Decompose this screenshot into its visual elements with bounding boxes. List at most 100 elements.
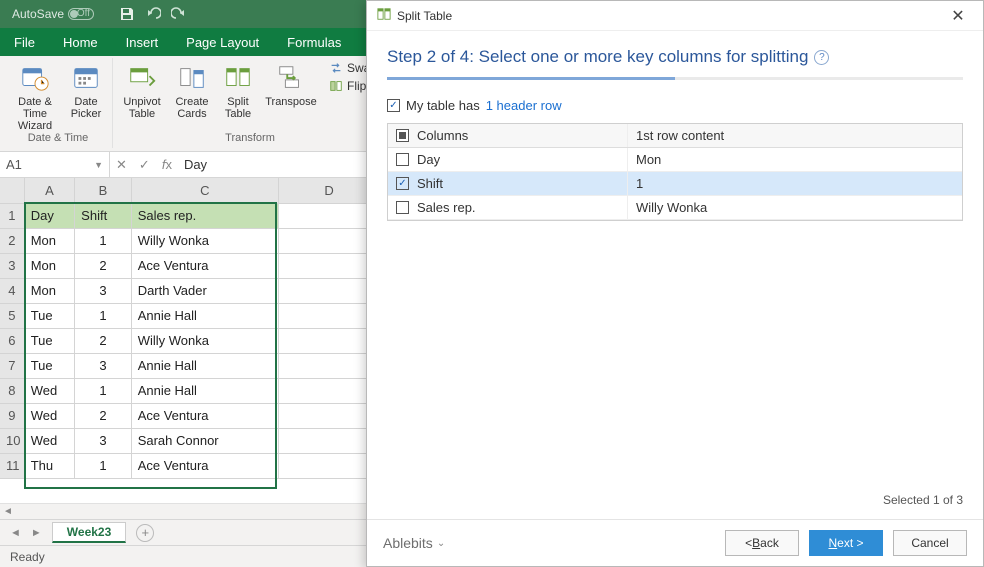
cell[interactable]: Day	[24, 203, 74, 228]
cell[interactable]	[279, 203, 380, 228]
cell[interactable]: 1	[75, 228, 132, 253]
cell[interactable]	[279, 453, 380, 478]
cell[interactable]	[279, 253, 380, 278]
row-header[interactable]: 3	[0, 253, 24, 278]
cell[interactable]	[279, 403, 380, 428]
col-header-b[interactable]: B	[75, 178, 132, 203]
cell[interactable]	[279, 328, 380, 353]
add-sheet-button[interactable]: +	[136, 524, 154, 542]
cell[interactable]: Darth Vader	[131, 278, 278, 303]
cell[interactable]: Mon	[24, 228, 74, 253]
tab-page-layout[interactable]: Page Layout	[172, 28, 273, 56]
row-header[interactable]: 4	[0, 278, 24, 303]
cell[interactable]: 1	[75, 303, 132, 328]
row-header[interactable]: 11	[0, 453, 24, 478]
sheet-nav-next-icon[interactable]: ►	[31, 527, 42, 539]
cell[interactable]	[279, 303, 380, 328]
cell[interactable]: Annie Hall	[131, 353, 278, 378]
cell[interactable]	[279, 428, 380, 453]
cell[interactable]: 1	[75, 453, 132, 478]
column-row[interactable]: Day Mon	[388, 148, 962, 172]
cell[interactable]	[279, 228, 380, 253]
cell[interactable]	[279, 353, 380, 378]
col-header-a[interactable]: A	[24, 178, 74, 203]
split-table-button[interactable]: Split Table	[219, 60, 257, 120]
column-row[interactable]: ✓ Shift 1	[388, 172, 962, 196]
row-header[interactable]: 5	[0, 303, 24, 328]
cell[interactable]: Willy Wonka	[131, 328, 278, 353]
cell[interactable]: Tue	[24, 353, 74, 378]
cell[interactable]: Tue	[24, 328, 74, 353]
row-header[interactable]: 7	[0, 353, 24, 378]
cell[interactable]: Wed	[24, 403, 74, 428]
cell[interactable]: Mon	[24, 253, 74, 278]
cell[interactable]	[279, 278, 380, 303]
cell[interactable]: 3	[75, 428, 132, 453]
back-button[interactable]: < Back	[725, 530, 799, 556]
select-all-corner[interactable]	[0, 178, 24, 203]
autosave-toggle[interactable]: AutoSave Off	[12, 7, 94, 21]
cell[interactable]: Annie Hall	[131, 378, 278, 403]
create-cards-button[interactable]: Create Cards	[171, 60, 213, 120]
enter-formula-icon[interactable]: ✓	[139, 157, 150, 173]
tab-formulas[interactable]: Formulas	[273, 28, 355, 56]
header-row-link[interactable]: 1 header row	[486, 98, 562, 113]
sheet-tab-active[interactable]: Week23	[52, 522, 126, 543]
date-picker-button[interactable]: Date Picker	[66, 60, 106, 120]
name-box[interactable]: A1 ▼	[0, 152, 110, 177]
tab-file[interactable]: File	[0, 28, 49, 56]
cell[interactable]: Ace Ventura	[131, 253, 278, 278]
cell[interactable]: Wed	[24, 428, 74, 453]
cancel-formula-icon[interactable]: ✕	[116, 157, 127, 173]
column-checkbox[interactable]: ✓	[396, 177, 409, 190]
row-header[interactable]: 8	[0, 378, 24, 403]
scroll-left-icon[interactable]: ◄	[0, 504, 16, 519]
cell[interactable]: Mon	[24, 278, 74, 303]
cell[interactable]: 2	[75, 328, 132, 353]
select-all-columns-checkbox[interactable]	[396, 129, 409, 142]
cell[interactable]: Sarah Connor	[131, 428, 278, 453]
column-checkbox[interactable]	[396, 201, 409, 214]
next-button[interactable]: Next >	[809, 530, 883, 556]
redo-icon[interactable]	[170, 5, 188, 23]
fx-icon[interactable]: fx	[162, 157, 172, 172]
cell[interactable]: Wed	[24, 378, 74, 403]
cell[interactable]: 2	[75, 403, 132, 428]
cell[interactable]: Sales rep.	[131, 203, 278, 228]
cell[interactable]: Willy Wonka	[131, 228, 278, 253]
cancel-button[interactable]: Cancel	[893, 530, 967, 556]
col-header-c[interactable]: C	[131, 178, 278, 203]
column-checkbox[interactable]	[396, 153, 409, 166]
cell[interactable]: Thu	[24, 453, 74, 478]
undo-icon[interactable]	[144, 5, 162, 23]
cell[interactable]: 3	[75, 353, 132, 378]
cell[interactable]: Shift	[75, 203, 132, 228]
column-row[interactable]: Sales rep. Willy Wonka	[388, 196, 962, 220]
tab-home[interactable]: Home	[49, 28, 112, 56]
cell[interactable]: 2	[75, 253, 132, 278]
cell[interactable]: 1	[75, 378, 132, 403]
row-header[interactable]: 2	[0, 228, 24, 253]
row-header[interactable]: 6	[0, 328, 24, 353]
brand-label[interactable]: Ablebits ⌄	[383, 535, 445, 551]
help-icon[interactable]: ?	[814, 50, 829, 65]
cell[interactable]: Ace Ventura	[131, 453, 278, 478]
unpivot-table-button[interactable]: Unpivot Table	[119, 60, 165, 120]
cell[interactable]	[279, 378, 380, 403]
sheet-nav-prev-icon[interactable]: ◄	[10, 527, 21, 539]
row-header[interactable]: 9	[0, 403, 24, 428]
save-icon[interactable]	[118, 5, 136, 23]
tab-insert[interactable]: Insert	[112, 28, 173, 56]
header-row-checkbox[interactable]: ✓	[387, 99, 400, 112]
row-header[interactable]: 10	[0, 428, 24, 453]
cell[interactable]: Tue	[24, 303, 74, 328]
close-icon[interactable]: ✕	[943, 6, 973, 26]
row-header[interactable]: 1	[0, 203, 24, 228]
cell[interactable]: Ace Ventura	[131, 403, 278, 428]
cell[interactable]: 3	[75, 278, 132, 303]
date-time-wizard-button[interactable]: Date & Time Wizard	[10, 60, 60, 132]
transpose-button[interactable]: Transpose	[263, 60, 319, 108]
worksheet-grid[interactable]: A B C D 1 Day Shift Sales rep. 2Mon1Will…	[0, 178, 380, 479]
cell[interactable]: Annie Hall	[131, 303, 278, 328]
col-header-d[interactable]: D	[279, 178, 380, 203]
